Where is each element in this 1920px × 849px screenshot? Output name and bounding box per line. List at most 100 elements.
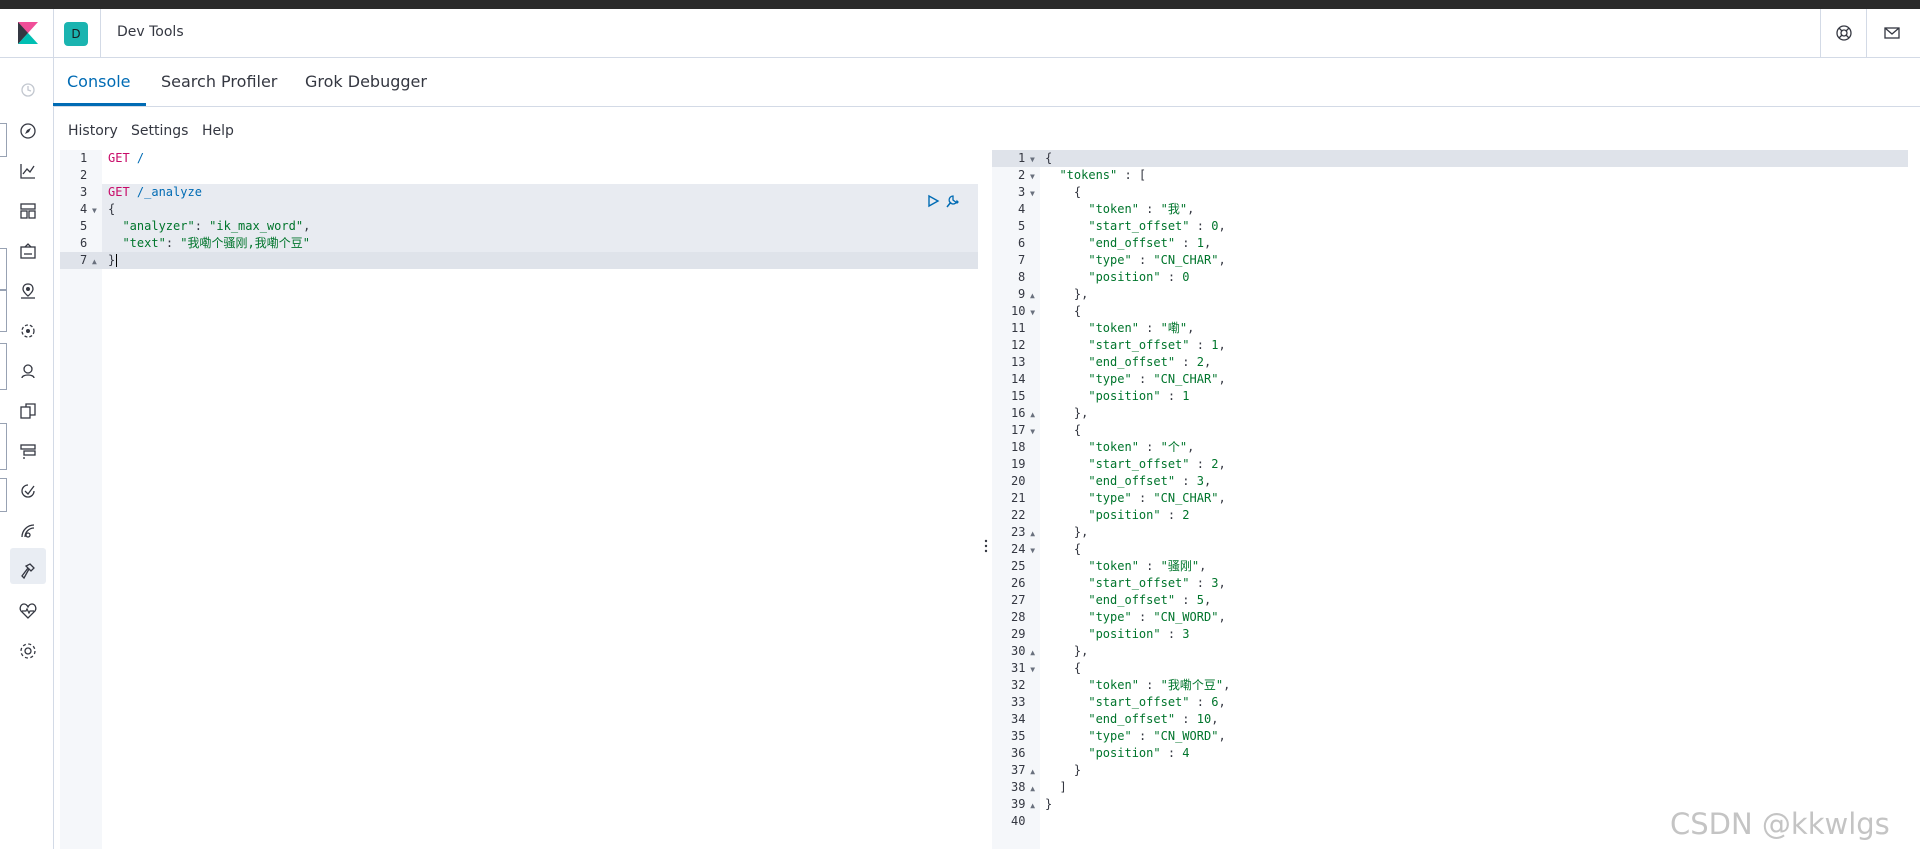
fold-arrow-icon[interactable]: ▲: [87, 257, 97, 266]
code-line: {: [1045, 542, 1082, 556]
fold-arrow-icon[interactable]: ▼: [1025, 189, 1035, 198]
code-line: "token" : "个",: [1088, 440, 1195, 454]
settings-link[interactable]: Settings: [131, 123, 188, 139]
fold-arrow-icon[interactable]: ▼: [1025, 665, 1035, 674]
help-link[interactable]: Help: [202, 123, 234, 139]
kibana-logo-icon[interactable]: [18, 22, 38, 44]
history-link[interactable]: History: [68, 123, 118, 139]
maps-icon[interactable]: [18, 281, 38, 301]
code-line: "start_offset" : 1,: [1088, 338, 1226, 352]
line-number: 16 ▲: [1011, 406, 1036, 420]
wrench-icon[interactable]: [944, 194, 960, 210]
tab-search-profiler[interactable]: Search Profiler: [161, 72, 277, 91]
line-number: 1 ▼: [1018, 151, 1035, 165]
code-line: "end_offset" : 2,: [1088, 355, 1212, 369]
code-line: "position" : 2: [1088, 508, 1190, 522]
fold-arrow-icon[interactable]: ▲: [1025, 291, 1035, 300]
canvas-icon[interactable]: [18, 241, 38, 261]
code-line: "end_offset" : 1,: [1088, 236, 1212, 250]
line-number: 32: [1011, 678, 1026, 692]
code-line: "type" : "CN_CHAR",: [1088, 253, 1226, 267]
active-tab-indicator: [53, 103, 146, 106]
fold-arrow-icon[interactable]: ▼: [1025, 546, 1035, 555]
line-number: 36: [1011, 746, 1026, 760]
code-line: {: [1045, 304, 1082, 318]
code-line: "text": "我嘞个骚刚,我嘞个豆": [122, 236, 310, 250]
header-divider: [100, 9, 101, 57]
code-line: "position" : 3: [1088, 627, 1190, 641]
ml-icon[interactable]: [18, 321, 38, 341]
line-number: 31 ▼: [1011, 661, 1036, 675]
uptime-icon[interactable]: [18, 441, 38, 461]
code-line: "analyzer": "ik_max_word",: [122, 219, 311, 233]
fold-arrow-icon[interactable]: ▲: [1025, 767, 1035, 776]
tab-grok-debugger[interactable]: Grok Debugger: [305, 72, 427, 91]
code-line: "type" : "CN_CHAR",: [1088, 372, 1226, 386]
code-line: {: [1045, 151, 1053, 165]
tab-console[interactable]: Console: [67, 72, 131, 91]
panel-resize-icon[interactable]: [984, 539, 988, 553]
metrics-icon[interactable]: [18, 481, 38, 501]
line-number: 37 ▲: [1011, 763, 1036, 777]
apm-icon[interactable]: [18, 401, 38, 421]
fold-arrow-icon[interactable]: ▲: [1025, 529, 1035, 538]
fold-arrow-icon[interactable]: ▼: [87, 206, 97, 215]
code-line: "type" : "CN_WORD",: [1088, 729, 1226, 743]
fold-arrow-icon[interactable]: ▲: [1025, 801, 1035, 810]
line-number: 34: [1011, 712, 1026, 726]
line-number: 5: [1018, 219, 1026, 233]
siem-icon[interactable]: [18, 521, 38, 541]
dev-tools-app: D Dev Tools Console Search Profiler Grok…: [0, 9, 1920, 849]
code-line: "token" : "骚刚",: [1088, 559, 1207, 573]
line-number: 2: [80, 168, 88, 182]
line-number: 24 ▼: [1011, 542, 1036, 556]
management-icon[interactable]: [18, 641, 38, 661]
line-number: 20: [1011, 474, 1026, 488]
line-number: 25: [1011, 559, 1026, 573]
play-icon[interactable]: [926, 194, 940, 208]
code-line: "token" : "我",: [1088, 202, 1195, 216]
line-number: 39 ▲: [1011, 797, 1036, 811]
line-number: 10 ▼: [1011, 304, 1036, 318]
fold-arrow-icon[interactable]: ▼: [1025, 172, 1035, 181]
fold-arrow-icon[interactable]: ▲: [1025, 410, 1035, 419]
code-line: "end_offset" : 10,: [1088, 712, 1219, 726]
code-line: "start_offset" : 2,: [1088, 457, 1226, 471]
line-number: 3: [80, 185, 88, 199]
line-number: 4 ▼: [80, 202, 97, 216]
visualize-icon[interactable]: [18, 161, 38, 181]
code-line: "type" : "CN_WORD",: [1088, 610, 1226, 624]
code-line: GET /: [108, 151, 145, 165]
fold-arrow-icon[interactable]: ▼: [1025, 155, 1035, 164]
page-title: Dev Tools: [117, 24, 184, 40]
line-number: 23 ▲: [1011, 525, 1036, 539]
dev-tools-tabs: Console Search Profiler Grok Debugger: [53, 58, 1920, 107]
mail-icon[interactable]: [1882, 23, 1902, 43]
discover-icon[interactable]: [18, 121, 38, 141]
fold-arrow-icon[interactable]: ▼: [1025, 427, 1035, 436]
line-number: 22: [1011, 508, 1026, 522]
fold-arrow-icon[interactable]: ▲: [1025, 648, 1035, 657]
response-cursor-line-highlight: [992, 150, 1908, 167]
graph-icon[interactable]: [18, 361, 38, 381]
help-icon[interactable]: [1834, 23, 1854, 43]
dev-tools-icon[interactable]: [18, 561, 38, 581]
line-number: 4: [1018, 202, 1026, 216]
dashboard-icon[interactable]: [18, 201, 38, 221]
code-line: {: [1045, 423, 1082, 437]
fold-arrow-icon[interactable]: ▼: [1025, 308, 1035, 317]
line-number: 28: [1011, 610, 1026, 624]
background-window-edge: [0, 248, 7, 290]
line-number: 9 ▲: [1018, 287, 1035, 301]
code-line: "end_offset" : 5,: [1088, 593, 1212, 607]
line-number: 18: [1011, 440, 1026, 454]
space-avatar[interactable]: D: [64, 22, 88, 46]
cursor-line-highlight: [60, 252, 978, 269]
monitoring-icon[interactable]: [18, 601, 38, 621]
response-editor: 1 ▼ 2 ▼ 3 ▼ 4 5 6 7 8 9 ▲ 10 ▼ 11 12 13 14 15 16 ▲ 17 ▼ 1…: [992, 150, 1908, 849]
fold-arrow-icon[interactable]: ▲: [1025, 784, 1035, 793]
code-line: "position" : 1: [1088, 389, 1190, 403]
recent-icon[interactable]: [18, 80, 38, 100]
code-line: }: [1045, 763, 1082, 777]
request-editor[interactable]: 1 2 3 4 ▼ 5 6 7 ▲ GET / GET /_analyze { "a…: [60, 150, 978, 849]
